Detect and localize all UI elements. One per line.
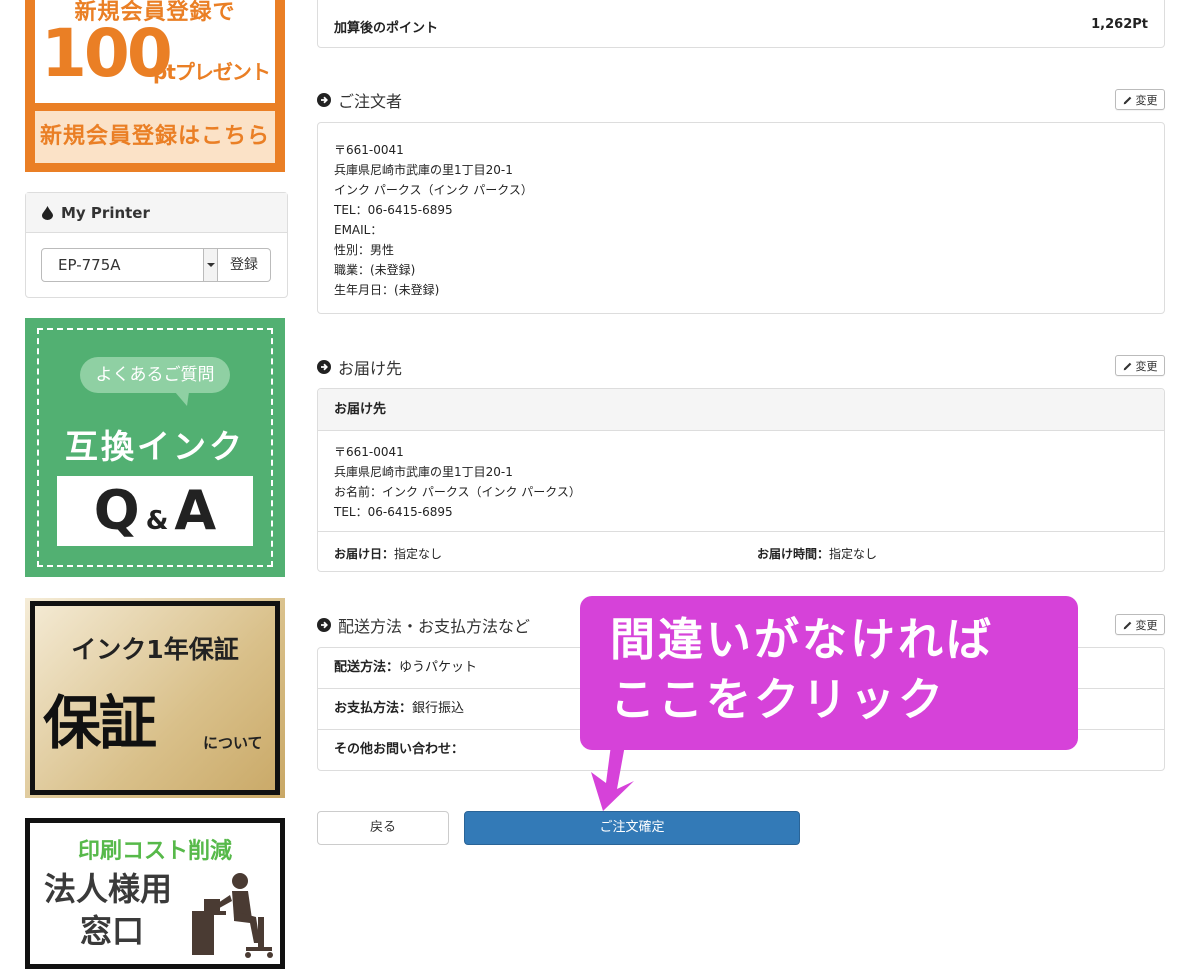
orderer-change-button[interactable]: 変更 xyxy=(1115,89,1165,110)
shipping-method-value: ゆうパケット xyxy=(399,660,478,675)
callout-arrow-icon xyxy=(591,745,634,811)
circle-arrow-right-icon xyxy=(317,618,331,632)
delivery-postal: 〒661-0041 xyxy=(334,445,404,459)
back-button[interactable]: 戻る xyxy=(317,811,449,845)
delivery-time-value: 指定なし xyxy=(829,547,878,561)
points-row: 加算後のポイント 1,262Pt xyxy=(334,17,1148,36)
delivery-date: お届け日：指定なし xyxy=(334,545,442,562)
delivery-name: お名前：インク パークス（インク パークス） xyxy=(334,485,581,499)
printer-model-select[interactable]: EP-775A xyxy=(41,248,218,282)
delivery-time-label: お届け時間： xyxy=(757,547,830,561)
orderer-name: インク パークス（インク パークス） xyxy=(334,183,533,197)
orderer-section-title: ご注文者 xyxy=(317,88,402,112)
corporate-banner-line2: 法人様用 xyxy=(44,870,173,908)
delivery-date-label: お届け日： xyxy=(334,547,395,561)
warranty-banner-line3: について xyxy=(203,734,263,752)
corporate-banner-line1: 印刷コスト削減 xyxy=(77,839,232,864)
confirm-order-button[interactable]: ご注文確定 xyxy=(464,811,800,845)
qa-banner-bubble: よくあるご質問 xyxy=(80,357,230,406)
member-banner-unit: ptプレゼント xyxy=(153,60,271,84)
delivery-change-button[interactable]: 変更 xyxy=(1115,355,1165,376)
orderer-panel: 〒661-0041 兵庫県尼崎市武庫の里1丁目20-1 インク パークス（インク… xyxy=(317,122,1165,314)
delivery-tel: TEL：06-6415-6895 xyxy=(334,505,453,519)
delivery-panel-body: 〒661-0041 兵庫県尼崎市武庫の里1丁目20-1 お名前：インク パークス… xyxy=(318,431,1164,532)
delivery-title: お届け先 xyxy=(338,359,403,378)
member-signup-banner[interactable]: 新規会員登録で 100 ptプレゼント 新規会員登録はこちら xyxy=(25,0,285,172)
member-banner-amount: 100 xyxy=(41,15,173,92)
orderer-email: EMAIL： xyxy=(334,223,383,237)
orderer-address: 兵庫県尼崎市武庫の里1丁目20-1 xyxy=(334,163,513,177)
warranty-banner[interactable]: インク1年保証 保証 について xyxy=(25,598,285,798)
shipping-change-button[interactable]: 変更 xyxy=(1115,614,1165,635)
qa-banner-a: A xyxy=(174,479,217,542)
callout-line2: ここをクリック xyxy=(610,673,947,726)
person-at-desk-icon xyxy=(192,873,273,958)
shipping-change-label: 変更 xyxy=(1135,618,1158,632)
chevron-down-icon[interactable] xyxy=(203,249,217,281)
delivery-panel: お届け先 〒661-0041 兵庫県尼崎市武庫の里1丁目20-1 お名前：インク… xyxy=(317,388,1165,572)
circle-arrow-right-icon xyxy=(317,360,331,374)
my-printer-row: EP-775A 登録 xyxy=(41,248,271,282)
shipping-section-title: 配送方法・お支払方法など xyxy=(317,613,530,637)
corporate-banner-line3: 窓口 xyxy=(80,912,145,950)
pencil-icon xyxy=(1123,362,1131,370)
shipping-title: 配送方法・お支払方法など xyxy=(338,617,531,636)
pencil-icon xyxy=(1123,96,1131,104)
member-banner-cta: 新規会員登録はこちら xyxy=(35,111,275,163)
delivery-panel-header: お届け先 xyxy=(318,389,1164,431)
shipping-method-label: 配送方法： xyxy=(334,660,400,675)
orderer-title: ご注文者 xyxy=(338,92,403,111)
my-printer-title: My Printer xyxy=(61,203,150,222)
payment-method-label: お支払方法： xyxy=(334,701,413,716)
my-printer-box: My Printer EP-775A 登録 xyxy=(25,192,288,298)
points-label: 加算後のポイント xyxy=(334,21,439,36)
qa-banner-q: Q xyxy=(93,479,140,542)
callout-line1: 間違いがなければ xyxy=(610,613,995,666)
payment-method-value: 銀行振込 xyxy=(412,701,465,716)
inquiry-label: その他お問い合わせ： xyxy=(334,742,465,757)
register-printer-button[interactable]: 登録 xyxy=(218,248,271,282)
orderer-occupation: 職業：(未登録) xyxy=(334,263,416,277)
delivery-date-value: 指定なし xyxy=(394,547,443,561)
orderer-gender: 性別：男性 xyxy=(334,243,395,257)
member-banner-panel: 新規会員登録で 100 ptプレゼント xyxy=(35,0,275,103)
delivery-panel-footer: お届け日：指定なし お届け時間：指定なし xyxy=(318,532,1164,572)
instruction-callout: 間違いがなければ ここをクリック xyxy=(580,596,1078,750)
orderer-postal: 〒661-0041 xyxy=(334,143,404,157)
orderer-tel: TEL：06-6415-6895 xyxy=(334,203,453,217)
points-value: 1,262Pt xyxy=(1091,17,1148,32)
orderer-birthday: 生年月日：(未登録) xyxy=(334,283,440,297)
qa-banner[interactable]: よくあるご質問 互換インク Q & A xyxy=(25,318,285,577)
circle-arrow-right-icon xyxy=(317,93,331,107)
corporate-banner[interactable]: 印刷コスト削減 法人様用 窓口 xyxy=(25,818,285,969)
qa-banner-title: 互換インク xyxy=(65,427,245,466)
warranty-banner-line2: 保証 xyxy=(43,689,157,757)
ink-drop-icon xyxy=(42,205,53,220)
orderer-change-label: 変更 xyxy=(1135,93,1158,107)
pencil-icon xyxy=(1123,621,1131,629)
points-panel: 加算後のポイント 1,262Pt xyxy=(317,0,1165,48)
delivery-address: 兵庫県尼崎市武庫の里1丁目20-1 xyxy=(334,465,513,479)
delivery-time: お届け時間：指定なし xyxy=(757,545,877,562)
my-printer-header: My Printer xyxy=(26,193,287,233)
qa-banner-qa-box: Q & A xyxy=(57,476,253,546)
warranty-banner-line1: インク1年保証 xyxy=(71,635,239,664)
qa-banner-amp: & xyxy=(145,506,169,536)
printer-model-value: EP-775A xyxy=(58,256,121,274)
delivery-section-title: お届け先 xyxy=(317,355,402,379)
delivery-change-label: 変更 xyxy=(1135,359,1158,373)
